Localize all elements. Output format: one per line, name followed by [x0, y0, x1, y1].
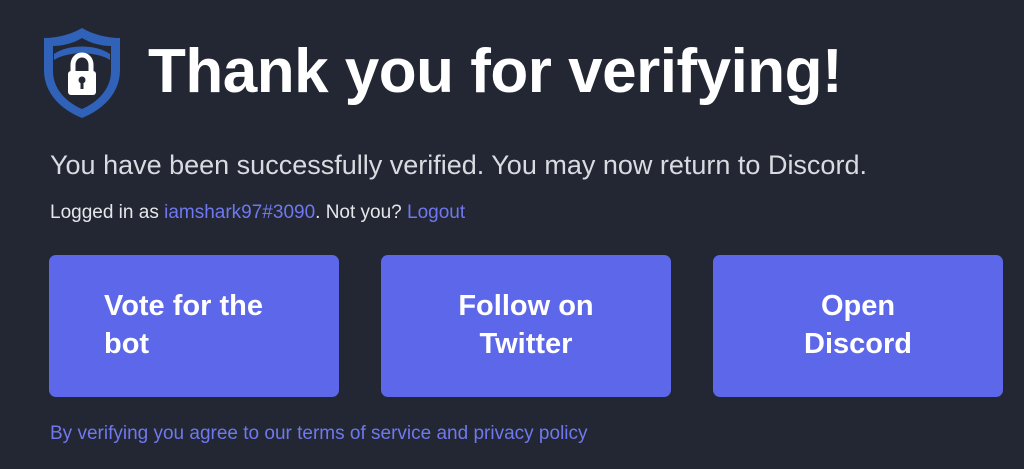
shield-lock-icon: [44, 28, 120, 118]
logout-link[interactable]: Logout: [407, 202, 465, 223]
page-title: Thank you for verifying!: [148, 37, 843, 106]
open-discord-button[interactable]: Open Discord: [713, 255, 1003, 397]
verification-page: Thank you for verifying! You have been s…: [0, 0, 1024, 469]
header: Thank you for verifying!: [40, 24, 843, 120]
success-message: You have been successfully verified. You…: [50, 150, 867, 180]
action-buttons: Vote for the bot Follow on Twitter Open …: [49, 255, 1003, 397]
follow-on-twitter-button[interactable]: Follow on Twitter: [381, 255, 671, 397]
login-prefix: Logged in as: [50, 202, 165, 223]
username-link[interactable]: iamshark97#3090: [164, 202, 315, 223]
login-status: Logged in as iamshark97#3090. Not you? L…: [50, 202, 465, 224]
vote-for-bot-button[interactable]: Vote for the bot: [49, 255, 339, 397]
login-middle-text: . Not you?: [315, 202, 408, 223]
terms-link[interactable]: By verifying you agree to our terms of s…: [50, 423, 588, 445]
